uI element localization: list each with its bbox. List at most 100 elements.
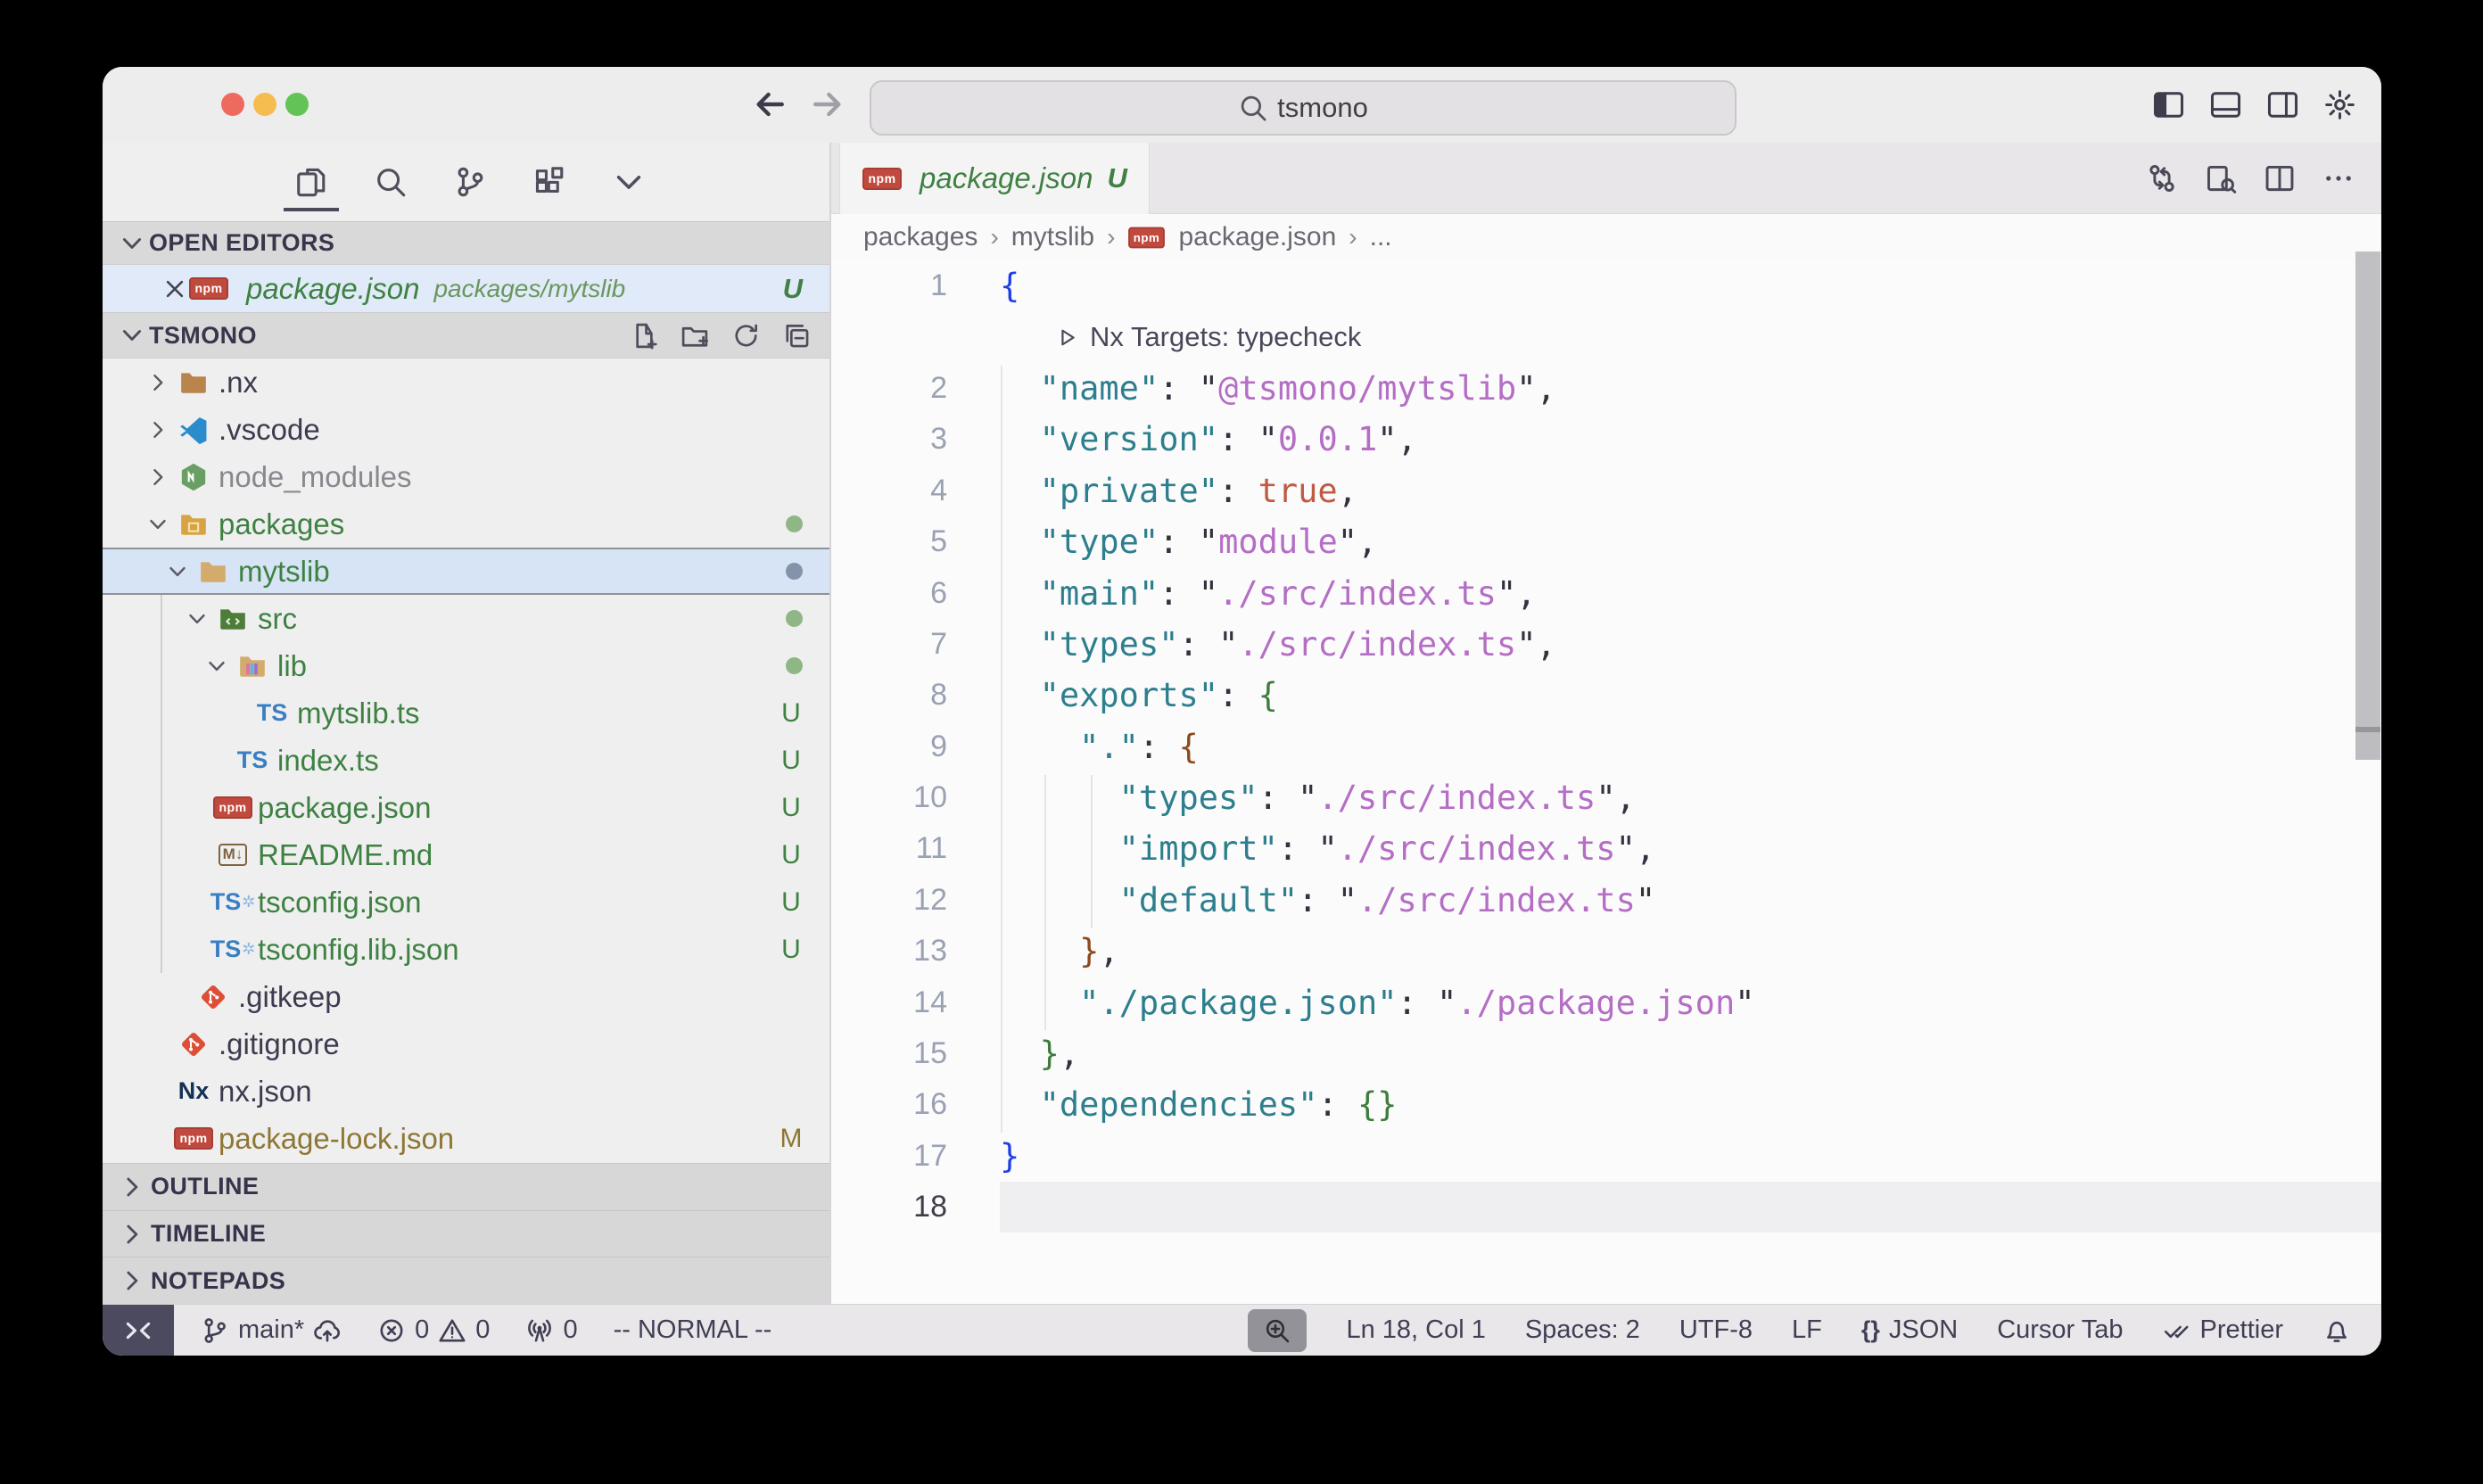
panel-timeline[interactable]: TIMELINE — [103, 1210, 829, 1257]
open-changes-icon[interactable] — [2146, 162, 2178, 194]
open-editors-header[interactable]: OPEN EDITORS — [103, 221, 829, 265]
code-line-1[interactable]: 1{ — [831, 260, 2381, 311]
breadcrumb-item[interactable]: mytslib — [1011, 222, 1094, 252]
chevron-right-icon[interactable] — [143, 371, 173, 394]
settings-icon[interactable] — [2323, 88, 2356, 121]
toggle-panel-icon[interactable] — [2209, 88, 2242, 121]
remote-indicator[interactable] — [103, 1305, 174, 1356]
toggle-secondary-sidebar-icon[interactable] — [2266, 88, 2299, 121]
tree-item-lib[interactable]: lib — [103, 642, 829, 689]
scrollbar-thumb[interactable] — [2355, 251, 2380, 727]
collapse-folders-icon[interactable] — [782, 321, 812, 350]
tree-item-tsconfig.json[interactable]: TS✲tsconfig.jsonU — [103, 878, 829, 926]
tree-item-mytslib.ts[interactable]: TSmytslib.tsU — [103, 689, 829, 737]
activity-explorer-icon[interactable] — [294, 165, 328, 199]
minimize-window-button[interactable] — [253, 93, 276, 116]
chevron-down-icon[interactable] — [143, 513, 173, 536]
tree-item-.vscode[interactable]: .vscode — [103, 406, 829, 453]
tree-item-README.md[interactable]: M↓README.mdU — [103, 831, 829, 878]
explorer-section-header[interactable]: TSMONO — [103, 312, 829, 359]
titlebar[interactable]: tsmono — [103, 67, 2381, 143]
code-line-17[interactable]: 17} — [831, 1131, 2381, 1182]
activity-extensions-icon[interactable] — [532, 165, 566, 199]
vscode-icon — [176, 413, 211, 447]
refresh-explorer-icon[interactable] — [731, 321, 761, 350]
code-area[interactable]: 1{ Nx Targets: typecheck 2 "name": "@tsmon… — [831, 260, 2381, 1304]
tab-package-json[interactable]: npm package.json U — [839, 143, 1150, 214]
line-number: 10 — [831, 780, 947, 815]
code-line-4[interactable]: 4 "private": true, — [831, 466, 2381, 516]
panel-notepads[interactable]: NOTEPADS — [103, 1257, 829, 1304]
statusbar-formatter[interactable]: Prettier — [2163, 1315, 2283, 1345]
code-line-14[interactable]: 14 "./package.json": "./package.json" — [831, 977, 2381, 1027]
folder-nx-icon — [176, 366, 211, 400]
code-line-8[interactable]: 8 "exports": { — [831, 670, 2381, 721]
tree-item-package-lock.json[interactable]: npmpackage-lock.jsonM — [103, 1115, 829, 1162]
breadcrumb-item[interactable]: ... — [1370, 222, 1392, 252]
open-editor-item[interactable]: npm package.json packages/mytslib U — [103, 265, 829, 312]
navigate-back-icon[interactable] — [750, 85, 789, 124]
code-line-13[interactable]: 13 }, — [831, 926, 2381, 977]
code-line-12[interactable]: 12 "default": "./src/index.ts" — [831, 875, 2381, 926]
statusbar-problems[interactable]: 00 — [377, 1315, 490, 1345]
code-line-15[interactable]: 15 }, — [831, 1028, 2381, 1079]
tree-item-.gitkeep[interactable]: .gitkeep — [103, 973, 829, 1020]
code-line-16[interactable]: 16 "dependencies": {} — [831, 1079, 2381, 1130]
toggle-primary-sidebar-icon[interactable] — [2152, 88, 2185, 121]
panel-outline[interactable]: OUTLINE — [103, 1163, 829, 1210]
code-line-18[interactable]: 18 — [831, 1182, 2381, 1233]
navigate-forward-icon[interactable] — [808, 85, 847, 124]
statusbar-encoding[interactable]: UTF-8 — [1679, 1315, 1753, 1345]
codelens-nx-targets[interactable]: Nx Targets: typecheck — [1055, 321, 1361, 353]
editor-scrollbar[interactable] — [2355, 251, 2381, 760]
command-center-search[interactable]: tsmono — [870, 80, 1736, 136]
chevron-down-icon[interactable] — [162, 560, 193, 583]
statusbar-ports[interactable]: 0 — [525, 1315, 577, 1345]
code-line-7[interactable]: 7 "types": "./src/index.ts", — [831, 619, 2381, 670]
close-window-button[interactable] — [221, 93, 244, 116]
zoom-window-button[interactable] — [285, 93, 309, 116]
close-editor-icon[interactable] — [161, 276, 188, 302]
activity-source-control-icon[interactable] — [453, 165, 487, 199]
new-folder-icon[interactable] — [681, 321, 710, 350]
activity-more-views-icon[interactable] — [612, 165, 646, 199]
statusbar-eol[interactable]: LF — [1792, 1315, 1822, 1345]
chevron-down-icon[interactable] — [182, 607, 212, 631]
tree-item-nx.json[interactable]: Nxnx.json — [103, 1068, 829, 1115]
code-line-6[interactable]: 6 "main": "./src/index.ts", — [831, 567, 2381, 618]
tree-item-packages[interactable]: packages — [103, 500, 829, 548]
code-line-2[interactable]: 2 "name": "@tsmono/mytslib", — [831, 363, 2381, 414]
statusbar-cursor-tab[interactable]: Cursor Tab — [1997, 1315, 2123, 1345]
code-line-5[interactable]: 5 "type": "module", — [831, 516, 2381, 567]
breadcrumb-item[interactable]: package.json — [1179, 222, 1337, 252]
tree-item-node_modules[interactable]: node_modules — [103, 453, 829, 500]
statusbar-language-mode[interactable]: {}JSON — [1861, 1315, 1958, 1345]
token: " — [1218, 625, 1238, 664]
code-line-9[interactable]: 9 ".": { — [831, 721, 2381, 772]
tree-item-src[interactable]: src — [103, 595, 829, 642]
tree-item-package.json[interactable]: npmpackage.jsonU — [103, 784, 829, 831]
more-actions-icon[interactable] — [2322, 162, 2355, 194]
activity-search-icon[interactable] — [374, 165, 408, 199]
code-line-3[interactable]: 3 "version": "0.0.1", — [831, 414, 2381, 465]
new-file-icon[interactable] — [630, 321, 659, 350]
tree-item-.gitignore[interactable]: .gitignore — [103, 1020, 829, 1068]
tree-item-tsconfig.lib.json[interactable]: TS✲tsconfig.lib.jsonU — [103, 926, 829, 973]
tree-item-index.ts[interactable]: TSindex.tsU — [103, 737, 829, 784]
open-preview-icon[interactable] — [2205, 162, 2237, 194]
statusbar-git-branch[interactable]: main* — [201, 1315, 342, 1345]
split-editor-icon[interactable] — [2264, 162, 2296, 194]
tree-item-.nx[interactable]: .nx — [103, 359, 829, 406]
statusbar-indentation[interactable]: Spaces: 2 — [1525, 1315, 1640, 1345]
chevron-right-icon[interactable] — [143, 466, 173, 489]
statusbar-cursor-position[interactable]: Ln 18, Col 1 — [1346, 1315, 1485, 1345]
code-line-10[interactable]: 10 "types": "./src/index.ts", — [831, 772, 2381, 823]
chevron-down-icon[interactable] — [202, 655, 232, 678]
tree-item-mytslib[interactable]: mytslib — [103, 548, 829, 595]
statusbar-vim-mode[interactable]: -- NORMAL -- — [614, 1315, 772, 1345]
chevron-right-icon[interactable] — [143, 418, 173, 441]
code-line-11[interactable]: 11 "import": "./src/index.ts", — [831, 823, 2381, 874]
breadcrumb-item[interactable]: packages — [863, 222, 978, 252]
statusbar-notifications[interactable] — [2322, 1316, 2351, 1345]
statusbar-zoom-indicator[interactable] — [1248, 1309, 1307, 1352]
